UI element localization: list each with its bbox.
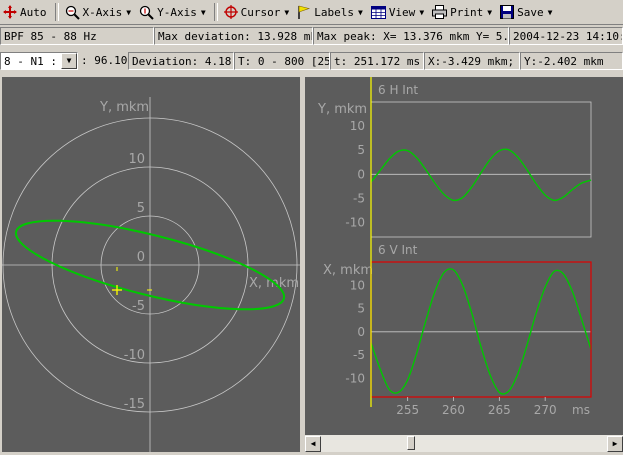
h-chart-ylabel: Y, mkm xyxy=(317,102,367,117)
v-chart-ytick-label: 10 xyxy=(350,278,365,292)
y-axis-dropdown-icon[interactable]: ▼ xyxy=(201,8,206,17)
orbit-tick-label: 10 xyxy=(128,152,145,167)
v-chart-xtick-label: 255 xyxy=(396,403,419,417)
channel-value: : 96.10 xyxy=(81,54,128,67)
orbit-y-label: Y, mkm xyxy=(99,100,149,115)
view-button[interactable]: View ▼ xyxy=(368,2,427,22)
scroll-left-icon[interactable]: ◀ xyxy=(305,435,321,452)
save-dropdown-icon[interactable]: ▼ xyxy=(548,8,553,17)
save-button-label: Save xyxy=(517,5,544,19)
channel-select[interactable]: 8 - N1 : ▼ xyxy=(0,52,78,70)
plot-area: Y, mkm X, mkm 10 5 0 -5 -10 -15 6 H Int xyxy=(0,75,623,454)
cursor-button-label: Cursor xyxy=(240,5,281,19)
auto-scale-icon xyxy=(3,5,17,19)
v-chart-xticks: 255 260 265 270 xyxy=(396,397,557,417)
h-chart-ytick-label: -5 xyxy=(353,191,365,205)
toolbar-separator xyxy=(54,3,59,21)
v-chart-yticks: 10 5 0 -5 -10 xyxy=(345,278,365,385)
table-view-icon xyxy=(370,5,386,19)
horizontal-scrollbar[interactable]: ◀ ▶ xyxy=(305,435,623,452)
crosshair-icon xyxy=(223,5,238,19)
v-chart-ylabel: X, mkm xyxy=(323,263,373,278)
h-chart-ytick-label: 0 xyxy=(357,167,365,181)
print-dropdown-icon[interactable]: ▼ xyxy=(487,8,492,17)
orbit-tick-label: 0 xyxy=(137,250,145,265)
v-chart-series xyxy=(370,268,592,395)
auto-button-label: Auto xyxy=(20,5,47,19)
x-axis-dropdown-icon[interactable]: ▼ xyxy=(126,8,131,17)
orbit-tick-label: -10 xyxy=(124,348,145,363)
toolbar-separator xyxy=(213,3,218,21)
h-chart-ytick-label: -10 xyxy=(345,216,365,230)
cursor-button[interactable]: Cursor ▼ xyxy=(221,2,293,22)
cursor-info-bar: 8 - N1 : ▼ : 96.10 Deviation: 4.18 T: 0 … xyxy=(0,50,623,72)
cursor-dropdown-icon[interactable]: ▼ xyxy=(284,8,289,17)
view-button-label: View xyxy=(388,5,416,19)
waveform-panel[interactable]: 6 H Int Y, mkm 10 5 0 -5 -10 6 V Int X, mkm … xyxy=(305,77,623,435)
x-axis-button[interactable]: X-Axis ▼ xyxy=(62,2,135,22)
h-chart-title: 6 H Int xyxy=(378,83,418,97)
v-chart-xtick-label: 265 xyxy=(488,403,511,417)
h-chart-ytick-label: 5 xyxy=(357,143,365,157)
h-chart-frame xyxy=(370,101,592,238)
x-cursor-field: X:-3.429 mkm; xyxy=(424,52,520,70)
v-chart-ytick-label: -5 xyxy=(353,348,365,362)
labels-button-label: Labels xyxy=(314,5,354,19)
datetime-field: 2004-12-23 14:10:50 xyxy=(509,27,623,45)
v-chart-ytick-label: -10 xyxy=(345,371,365,385)
h-chart-trace xyxy=(370,148,592,202)
h-chart-ytick-label: 10 xyxy=(350,119,365,133)
h-chart: 6 H Int Y, mkm 10 5 0 -5 -10 xyxy=(317,83,592,238)
h-chart-yticks: 10 5 0 -5 -10 xyxy=(345,119,365,229)
v-chart-xtick-label: 260 xyxy=(442,403,465,417)
v-chart-selection-frame[interactable] xyxy=(370,261,592,398)
v-chart-title: 6 V Int xyxy=(378,243,418,257)
v-chart-ytick-label: 0 xyxy=(357,325,365,339)
channel-select-value: 8 - N1 : xyxy=(4,54,57,68)
deviation-field: Deviation: 4.18 xyxy=(128,52,234,70)
labels-button[interactable]: Labels ▼ xyxy=(294,2,366,22)
h-chart-series xyxy=(370,148,592,202)
time-cursor-field: t: 251.172 ms xyxy=(330,52,424,70)
zoom-x-icon xyxy=(65,5,80,20)
view-dropdown-icon[interactable]: ▼ xyxy=(419,8,424,17)
orbit-plot[interactable]: Y, mkm X, mkm 10 5 0 -5 -10 -15 xyxy=(2,77,300,452)
zoom-y-icon xyxy=(139,5,154,20)
y-axis-button-label: Y-Axis xyxy=(157,5,197,19)
v-chart-xunit: ms xyxy=(572,403,590,417)
orbit-grid xyxy=(2,97,300,452)
auto-button[interactable]: Auto xyxy=(0,2,50,22)
toolbar: Auto X-Axis ▼ Y-Axis ▼ Cursor ▼ Labels ▼… xyxy=(0,0,623,25)
v-chart-ytick-label: 5 xyxy=(357,302,365,316)
print-button[interactable]: Print ▼ xyxy=(429,2,495,22)
flag-icon xyxy=(298,5,311,19)
labels-dropdown-icon[interactable]: ▼ xyxy=(358,8,363,17)
max-deviation-field: Max deviation: 13.928 mkm xyxy=(154,27,313,45)
scroll-right-icon[interactable]: ▶ xyxy=(607,435,623,452)
print-button-label: Print xyxy=(450,5,484,19)
orbit-tick-label: -15 xyxy=(124,397,145,412)
orbit-panel[interactable]: Y, mkm X, mkm 10 5 0 -5 -10 -15 xyxy=(2,77,300,452)
time-range-field: T: 0 - 800 [251 xyxy=(234,52,330,70)
y-axis-button[interactable]: Y-Axis ▼ xyxy=(136,2,209,22)
x-axis-button-label: X-Axis xyxy=(82,5,123,19)
printer-icon xyxy=(432,5,448,19)
filter-field: BPF 85 - 88 Hz xyxy=(0,27,154,45)
max-peak-field: Max peak: X= 13.376 mkm Y= 5. xyxy=(313,27,509,45)
status-bar: BPF 85 - 88 Hz Max deviation: 13.928 mkm… xyxy=(0,25,623,47)
v-chart-trace xyxy=(370,268,592,395)
v-chart-xtick-label: 270 xyxy=(534,403,557,417)
v-chart-frame xyxy=(370,261,592,398)
v-chart: 6 V Int X, mkm 10 5 0 -5 -10 255 260 265 270 ms xyxy=(323,243,592,417)
save-button[interactable]: Save ▼ xyxy=(497,2,555,22)
waveform-plots[interactable]: 6 H Int Y, mkm 10 5 0 -5 -10 6 V Int X, mkm … xyxy=(305,77,623,435)
floppy-disk-icon xyxy=(500,5,515,19)
orbit-tick-label: -5 xyxy=(132,299,145,314)
scrollbar-thumb[interactable] xyxy=(407,436,415,450)
channel-select-arrow-icon[interactable]: ▼ xyxy=(61,53,77,69)
orbit-tick-label: 5 xyxy=(137,201,145,216)
y-cursor-field: Y:-2.402 mkm xyxy=(520,52,623,70)
